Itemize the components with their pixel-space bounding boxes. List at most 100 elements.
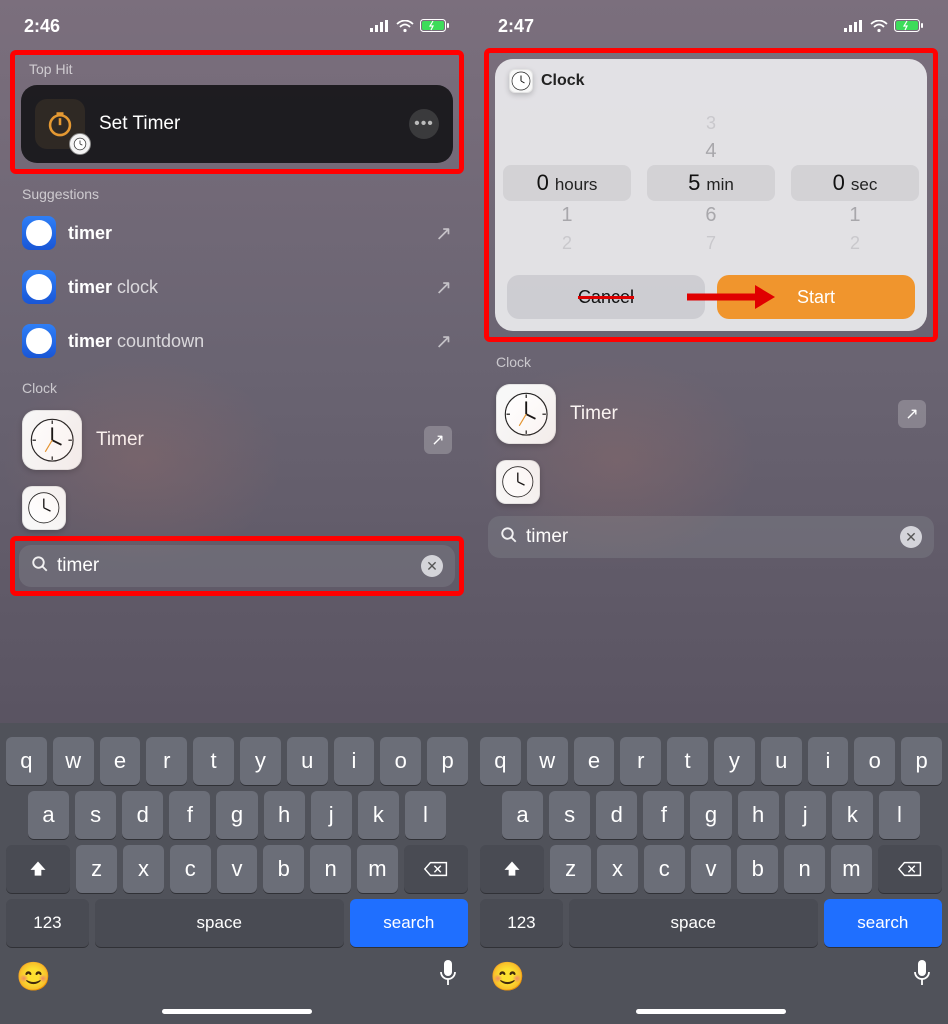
key-a[interactable]: a <box>28 791 69 839</box>
key-p[interactable]: p <box>901 737 942 785</box>
key-b[interactable]: b <box>263 845 304 893</box>
key-c[interactable]: c <box>170 845 211 893</box>
key-k[interactable]: k <box>832 791 873 839</box>
clear-button[interactable]: ✕ <box>900 526 922 548</box>
key-m[interactable]: m <box>831 845 872 893</box>
key-z[interactable]: z <box>76 845 117 893</box>
key-w[interactable]: w <box>53 737 94 785</box>
clock-timer-label: Timer <box>570 403 618 425</box>
key-s[interactable]: s <box>75 791 116 839</box>
key-j[interactable]: j <box>311 791 352 839</box>
space-key[interactable]: space <box>95 899 344 947</box>
start-button[interactable]: Start <box>717 275 915 319</box>
key-e[interactable]: e <box>100 737 141 785</box>
key-z[interactable]: z <box>550 845 591 893</box>
picker-minutes[interactable]: 3 4 5min 6 7 <box>642 103 780 263</box>
open-app-button[interactable]: ↗ <box>898 400 926 428</box>
key-i[interactable]: i <box>808 737 849 785</box>
key-p[interactable]: p <box>427 737 468 785</box>
key-r[interactable]: r <box>620 737 661 785</box>
suggestion-row[interactable]: timer countdown ↗ <box>0 314 474 368</box>
key-y[interactable]: y <box>240 737 281 785</box>
search-field[interactable]: ✕ <box>19 545 455 587</box>
dictation-key[interactable] <box>912 959 932 994</box>
top-hit-card[interactable]: Set Timer ••• <box>21 85 453 163</box>
delete-key[interactable] <box>404 845 468 893</box>
key-x[interactable]: x <box>123 845 164 893</box>
key-n[interactable]: n <box>784 845 825 893</box>
key-y[interactable]: y <box>714 737 755 785</box>
clock-badge-icon <box>69 133 91 155</box>
key-j[interactable]: j <box>785 791 826 839</box>
key-t[interactable]: t <box>667 737 708 785</box>
key-m[interactable]: m <box>357 845 398 893</box>
key-g[interactable]: g <box>690 791 731 839</box>
key-w[interactable]: w <box>527 737 568 785</box>
key-h[interactable]: h <box>738 791 779 839</box>
key-s[interactable]: s <box>549 791 590 839</box>
key-o[interactable]: o <box>854 737 895 785</box>
suggestion-row[interactable]: timer clock ↗ <box>0 260 474 314</box>
key-f[interactable]: f <box>169 791 210 839</box>
key-v[interactable]: v <box>217 845 258 893</box>
key-e[interactable]: e <box>574 737 615 785</box>
suggestion-row[interactable]: timer ↗ <box>0 206 474 260</box>
key-r[interactable]: r <box>146 737 187 785</box>
key-v[interactable]: v <box>691 845 732 893</box>
clear-button[interactable]: ✕ <box>421 555 443 577</box>
key-u[interactable]: u <box>287 737 328 785</box>
time-picker[interactable]: 0hours 1 2 3 4 5min 6 7 0sec 1 <box>495 103 927 263</box>
key-t[interactable]: t <box>193 737 234 785</box>
key-q[interactable]: q <box>480 737 521 785</box>
key-a[interactable]: a <box>502 791 543 839</box>
key-n[interactable]: n <box>310 845 351 893</box>
key-h[interactable]: h <box>264 791 305 839</box>
delete-key[interactable] <box>878 845 942 893</box>
numbers-key[interactable]: 123 <box>6 899 89 947</box>
clock-timer-row[interactable]: Timer ↗ <box>0 400 474 480</box>
cancel-button[interactable]: Cancel <box>507 275 705 319</box>
search-key[interactable]: search <box>350 899 468 947</box>
key-o[interactable]: o <box>380 737 421 785</box>
screen-left: 2:46 Top Hit Set Timer ••• Suggestions <box>0 0 474 1024</box>
key-d[interactable]: d <box>122 791 163 839</box>
key-l[interactable]: l <box>879 791 920 839</box>
emoji-key[interactable]: 😊 <box>16 960 51 993</box>
shift-key[interactable] <box>480 845 544 893</box>
shift-key[interactable] <box>6 845 70 893</box>
key-x[interactable]: x <box>597 845 638 893</box>
top-hit-title: Set Timer <box>99 113 180 135</box>
search-key[interactable]: search <box>824 899 942 947</box>
key-k[interactable]: k <box>358 791 399 839</box>
open-app-button[interactable]: ↗ <box>424 426 452 454</box>
key-l[interactable]: l <box>405 791 446 839</box>
search-input[interactable] <box>526 526 892 548</box>
more-menu-button[interactable]: ••• <box>409 109 439 139</box>
key-i[interactable]: i <box>334 737 375 785</box>
key-c[interactable]: c <box>644 845 685 893</box>
key-b[interactable]: b <box>737 845 778 893</box>
clock-row-partial[interactable] <box>0 480 474 536</box>
widget-title: Clock <box>541 72 585 90</box>
home-indicator[interactable] <box>162 1009 312 1014</box>
clock-app-icon <box>496 384 556 444</box>
picker-seconds[interactable]: 0sec 1 2 <box>786 103 924 263</box>
key-d[interactable]: d <box>596 791 637 839</box>
key-f[interactable]: f <box>643 791 684 839</box>
space-key[interactable]: space <box>569 899 818 947</box>
key-u[interactable]: u <box>761 737 802 785</box>
timer-icon <box>35 99 85 149</box>
clock-row-partial[interactable] <box>474 454 948 510</box>
search-input[interactable] <box>57 555 413 577</box>
open-arrow-icon: ↗ <box>435 221 452 246</box>
clock-timer-row[interactable]: Timer ↗ <box>474 374 948 454</box>
home-indicator[interactable] <box>636 1009 786 1014</box>
dictation-key[interactable] <box>438 959 458 994</box>
picker-hours[interactable]: 0hours 1 2 <box>498 103 636 263</box>
emoji-key[interactable]: 😊 <box>490 960 525 993</box>
suggestion-text: timer <box>68 223 112 243</box>
key-g[interactable]: g <box>216 791 257 839</box>
numbers-key[interactable]: 123 <box>480 899 563 947</box>
key-q[interactable]: q <box>6 737 47 785</box>
search-field[interactable]: ✕ <box>488 516 934 558</box>
